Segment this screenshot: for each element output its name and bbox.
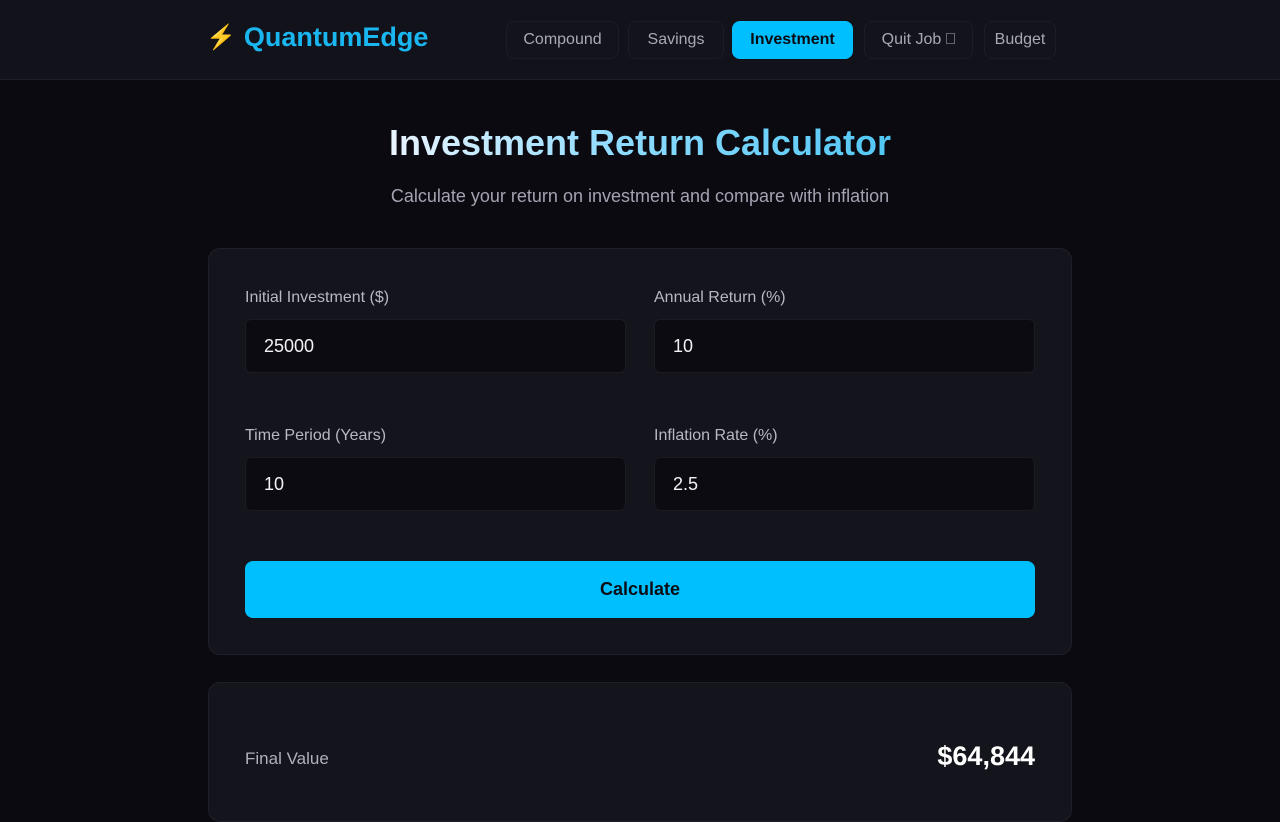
initial-investment-input[interactable] bbox=[245, 319, 626, 373]
annual-return-label: Annual Return (%) bbox=[654, 289, 786, 306]
annual-return-input[interactable] bbox=[654, 319, 1035, 373]
calculator-form-card: Initial Investment ($) Annual Return (%)… bbox=[208, 248, 1072, 655]
time-period-input[interactable] bbox=[245, 457, 626, 511]
calculate-button[interactable]: Calculate bbox=[245, 561, 1035, 618]
page-title: Investment Return Calculator bbox=[388, 122, 892, 163]
results-card: Final Value $64,844 bbox=[208, 682, 1072, 822]
time-period-label: Time Period (Years) bbox=[245, 427, 387, 444]
page-subtitle: Calculate your return on investment and … bbox=[390, 186, 890, 206]
initial-investment-label: Initial Investment ($) bbox=[245, 289, 390, 306]
nav-investment[interactable]: Investment bbox=[732, 21, 853, 59]
lightning-bolt-icon: ⚡ bbox=[206, 24, 236, 51]
top-navigation-bar: ⚡ QuantumEdge Compound Savings Investmen… bbox=[0, 0, 1280, 80]
brand-logo[interactable]: ⚡ QuantumEdge bbox=[206, 22, 428, 53]
nav-budget[interactable]: Budget bbox=[984, 21, 1056, 59]
brand-name: QuantumEdge bbox=[243, 22, 429, 52]
inflation-rate-label: Inflation Rate (%) bbox=[654, 427, 778, 444]
nav-quit-job[interactable]: Quit Job ⎕ bbox=[864, 21, 973, 59]
nav-savings[interactable]: Savings bbox=[628, 21, 724, 59]
final-value-label: Final Value bbox=[245, 749, 329, 768]
nav-compound[interactable]: Compound bbox=[506, 21, 619, 59]
inflation-rate-input[interactable] bbox=[654, 457, 1035, 511]
final-value-amount: $64,844 bbox=[937, 741, 1035, 771]
